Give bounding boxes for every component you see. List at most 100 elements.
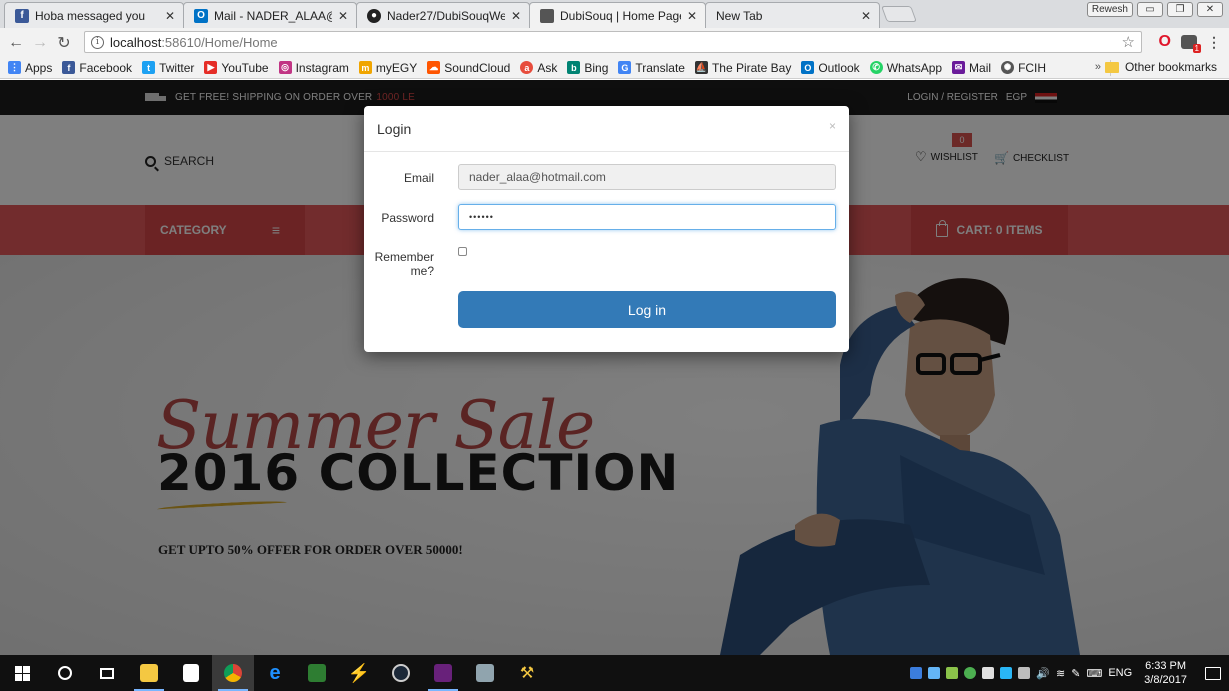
- close-window-button[interactable]: ✕: [1197, 1, 1223, 17]
- outlook-icon: O: [194, 8, 208, 23]
- pen-icon[interactable]: ✎: [1071, 667, 1080, 680]
- browser-tab-active[interactable]: DubiSouq | Home Page ✕: [529, 2, 706, 28]
- address-bar[interactable]: i localhost :58610/Home/Home ☆: [84, 31, 1142, 53]
- language-indicator[interactable]: ENG: [1108, 667, 1132, 679]
- bing-icon: b: [567, 61, 581, 74]
- start-button[interactable]: [0, 655, 44, 691]
- browser-tab[interactable]: O Mail - NADER_ALAA@ho ✕: [183, 2, 357, 28]
- pirate-ship-icon: ⛵: [694, 61, 708, 74]
- tray-icon[interactable]: [964, 667, 977, 679]
- profile-button[interactable]: Rewesh: [1086, 1, 1133, 17]
- windows-logo-icon: [14, 665, 30, 681]
- task-view-button[interactable]: [86, 655, 128, 691]
- fcih-icon: ✺: [1001, 61, 1015, 74]
- bookmark-fcih[interactable]: ✺ FCIH: [1001, 61, 1046, 75]
- tray-icon[interactable]: [928, 667, 941, 679]
- instagram-icon: ◎: [278, 61, 292, 74]
- bookmark-label: SoundCloud: [444, 60, 511, 75]
- browser-tab[interactable]: f Hoba messaged you ✕: [4, 2, 184, 28]
- speaker-icon[interactable]: 🔊: [1036, 667, 1050, 680]
- close-tab-icon[interactable]: ✕: [859, 9, 873, 23]
- notification-center-icon[interactable]: [1205, 666, 1221, 680]
- task-view-icon: [100, 667, 114, 679]
- close-icon[interactable]: ×: [829, 119, 836, 133]
- remember-label-line2: me?: [410, 264, 434, 278]
- steam-button[interactable]: [380, 655, 422, 691]
- tab-title: Mail - NADER_ALAA@ho: [214, 8, 332, 23]
- bookmark-ask[interactable]: a Ask: [520, 61, 557, 75]
- cortana-button[interactable]: [44, 655, 86, 691]
- reload-icon[interactable]: ↻: [52, 33, 76, 53]
- tools-button[interactable]: ⚒: [506, 655, 548, 691]
- bookmark-bing[interactable]: b Bing: [567, 61, 608, 75]
- bookmark-apps[interactable]: ⋮ Apps: [8, 61, 52, 75]
- twitter-icon: t: [142, 61, 156, 74]
- tray-icon[interactable]: [982, 667, 995, 679]
- password-field[interactable]: ••••••: [458, 204, 836, 230]
- edge-icon: e: [269, 661, 281, 684]
- file-explorer-button[interactable]: [128, 655, 170, 691]
- close-tab-icon[interactable]: ✕: [336, 9, 350, 23]
- browser-tab[interactable]: ● Nader27/DubiSouqWeb ✕: [356, 2, 530, 28]
- wifi-icon[interactable]: ≋: [1056, 667, 1065, 680]
- app-button[interactable]: [296, 655, 338, 691]
- new-tab-button[interactable]: [881, 6, 917, 22]
- winamp-button[interactable]: ⚡: [338, 655, 380, 691]
- other-bookmarks[interactable]: Other bookmarks: [1104, 60, 1217, 74]
- bookmark-label: Facebook: [79, 60, 133, 75]
- clock-time: 6:33 PM: [1145, 660, 1187, 672]
- close-tab-icon[interactable]: ✕: [163, 9, 177, 23]
- tray-icon[interactable]: [1000, 667, 1013, 679]
- browser-toolbar: ← → ↻ i localhost :58610/Home/Home ☆ O 1…: [0, 28, 1229, 57]
- keyboard-icon[interactable]: ⌨: [1086, 667, 1102, 680]
- close-tab-icon[interactable]: ✕: [685, 9, 699, 23]
- ask-icon: a: [520, 61, 534, 74]
- info-icon[interactable]: i: [91, 35, 104, 49]
- bookmark-myegy[interactable]: m myEGY: [358, 61, 417, 75]
- bookmark-youtube[interactable]: ▶ YouTube: [204, 61, 269, 75]
- chrome-button[interactable]: [212, 655, 254, 691]
- bookmark-outlook[interactable]: O Outlook: [801, 61, 860, 75]
- bookmark-whatsapp[interactable]: ✆ WhatsApp: [869, 61, 942, 75]
- extension-icon[interactable]: 1: [1181, 35, 1201, 53]
- bookmark-translate[interactable]: G Translate: [618, 61, 685, 75]
- browser-tab[interactable]: New Tab ✕: [705, 2, 880, 28]
- close-tab-icon[interactable]: ✕: [509, 9, 523, 23]
- bookmark-label: Apps: [25, 60, 53, 75]
- menu-dots-icon[interactable]: ⋮: [1207, 34, 1221, 51]
- forward-arrow-icon[interactable]: →: [28, 34, 52, 52]
- login-button[interactable]: Log in: [458, 291, 836, 328]
- bookmark-mail[interactable]: ✉ Mail: [952, 61, 991, 75]
- password-label: Password: [381, 211, 434, 225]
- clock[interactable]: 6:33 PM 3/8/2017: [1144, 659, 1187, 687]
- remember-row: Remember me?: [364, 250, 849, 278]
- maximize-button[interactable]: ❐: [1167, 1, 1193, 17]
- bookmark-instagram[interactable]: ◎ Instagram: [278, 61, 349, 75]
- minimize-button[interactable]: ▭: [1137, 1, 1163, 17]
- bookmark-star-icon[interactable]: ☆: [1122, 33, 1135, 51]
- password-value: ••••••: [469, 212, 494, 222]
- app-button-2[interactable]: [464, 655, 506, 691]
- bookmarks-bar: ⋮ Apps f Facebook t Twitter ▶ YouTube ◎ Insta…: [0, 57, 1229, 79]
- bookmark-label: FCIH: [1018, 60, 1047, 75]
- opera-icon[interactable]: O: [1159, 33, 1171, 51]
- back-arrow-icon[interactable]: ←: [4, 34, 28, 52]
- edge-button[interactable]: e: [254, 655, 296, 691]
- browser-tabstrip: f Hoba messaged you ✕ O Mail - NADER_ALA…: [0, 0, 1229, 28]
- folder-icon: [1104, 61, 1119, 73]
- tray-icon[interactable]: [946, 667, 959, 679]
- cortana-icon: [58, 666, 72, 680]
- modal-title: Login: [377, 120, 412, 137]
- store-button[interactable]: [170, 655, 212, 691]
- tray-icon[interactable]: [1018, 667, 1031, 679]
- remember-me-checkbox[interactable]: [458, 247, 467, 256]
- tray-icon[interactable]: [910, 667, 923, 679]
- chrome-icon: [224, 664, 242, 682]
- bookmark-twitter[interactable]: t Twitter: [142, 61, 194, 75]
- visual-studio-button[interactable]: [422, 655, 464, 691]
- bookmarks-overflow-button[interactable]: »: [1095, 61, 1101, 73]
- email-field[interactable]: nader_alaa@hotmail.com: [458, 164, 836, 190]
- bookmark-piratebay[interactable]: ⛵ The Pirate Bay: [694, 61, 791, 75]
- bookmark-soundcloud[interactable]: ☁ SoundCloud: [427, 61, 510, 75]
- bookmark-facebook[interactable]: f Facebook: [62, 61, 132, 75]
